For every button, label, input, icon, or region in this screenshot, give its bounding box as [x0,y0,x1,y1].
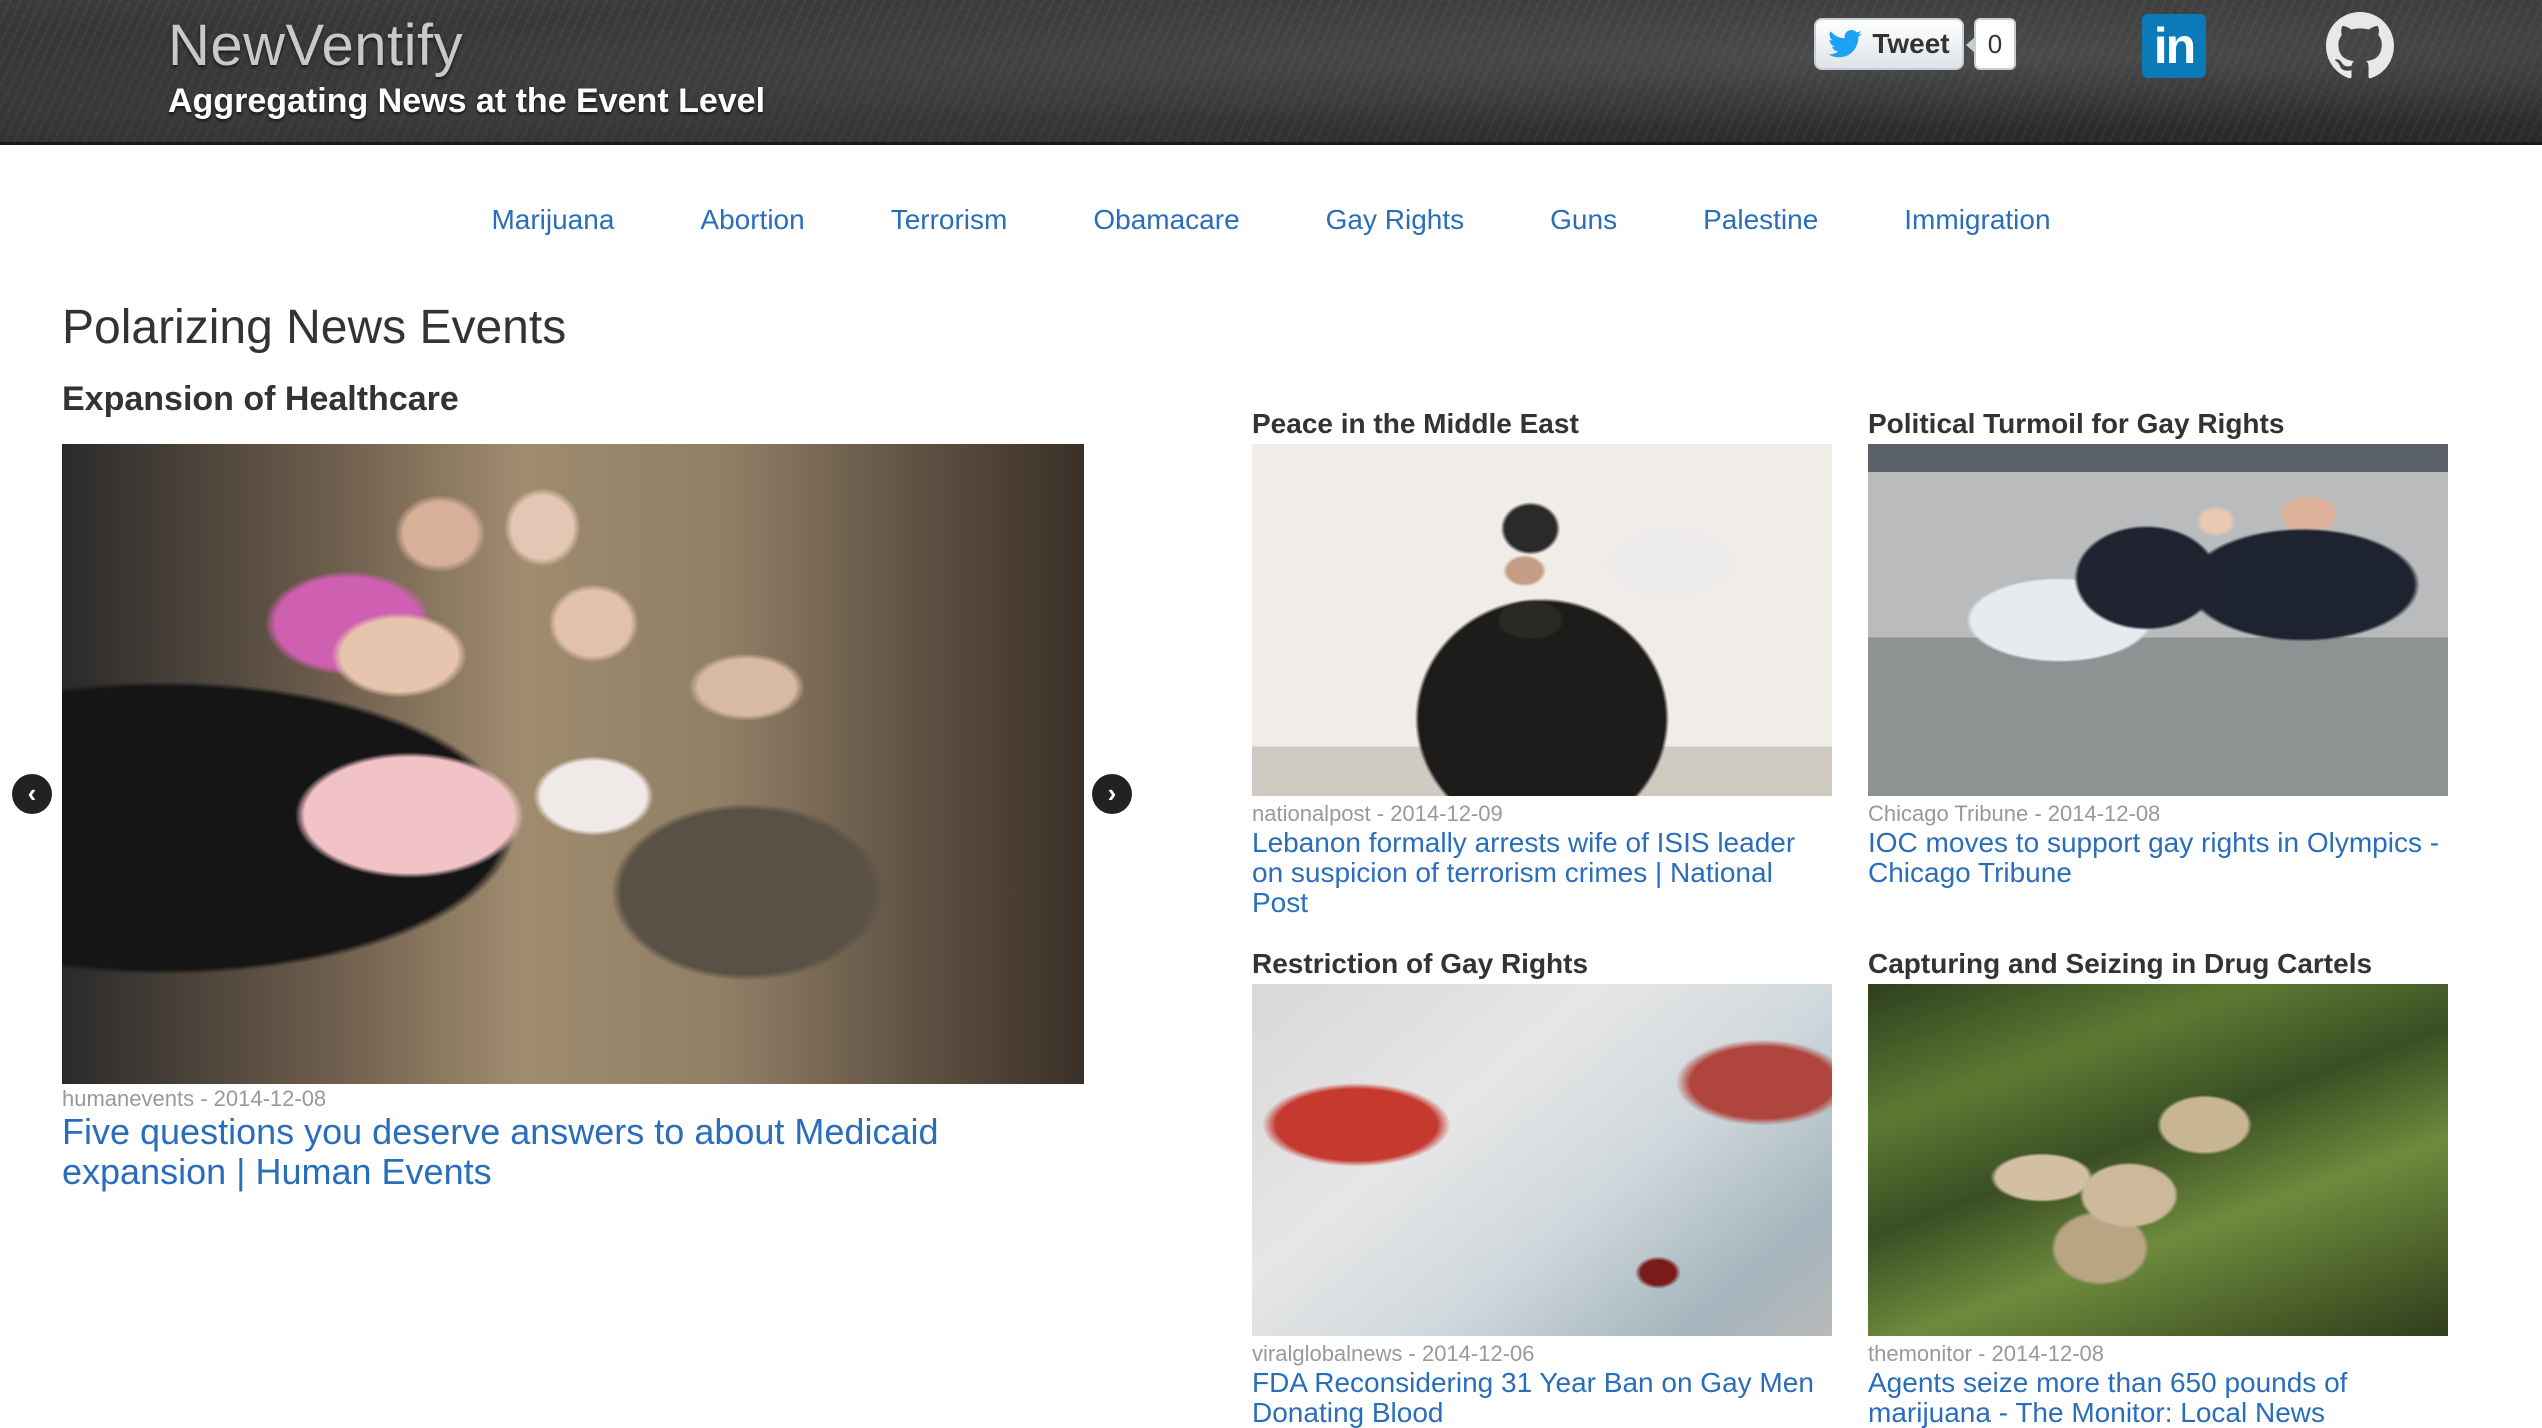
hero-heading: Expansion of Healthcare [62,380,459,418]
hero-image[interactable] [62,444,1084,1084]
nav-item-immigration[interactable]: Immigration [1904,204,2050,236]
chevron-left-icon: ‹ [27,778,37,808]
card-heading: Political Turmoil for Gay Rights [1868,408,2285,439]
card-meta: viralglobalnews - 2014-12-06 [1252,1341,1535,1366]
hero-meta: humanevents - 2014-12-08 [62,1086,327,1111]
nav-item-abortion[interactable]: Abortion [700,204,804,236]
card-headline-link[interactable]: FDA Reconsidering 31 Year Ban on Gay Men… [1252,1368,1834,1428]
tweet-label: Tweet [1872,28,1950,59]
card-image[interactable] [1252,984,1832,1336]
chevron-right-icon: › [1107,778,1117,808]
card-heading: Peace in the Middle East [1252,408,1579,439]
news-card: Peace in the Middle East nationalpost - … [1252,404,1834,918]
nav-item-obamacare[interactable]: Obamacare [1093,204,1239,236]
twitter-bird-icon [1828,30,1863,58]
card-meta: nationalpost - 2014-12-09 [1252,801,1503,826]
page-title: Polarizing News Events [62,301,567,354]
hero-headline-link[interactable]: Five questions you deserve answers to ab… [62,1112,1092,1192]
github-icon[interactable] [2326,12,2394,80]
card-headline-link[interactable]: IOC moves to support gay rights in Olymp… [1868,828,2450,888]
tweet-button[interactable]: Tweet [1814,18,1964,70]
carousel-prev-button[interactable]: ‹ [12,774,52,814]
news-card: Capturing and Seizing in Drug Cartels th… [1868,944,2450,1428]
tweet-count: 0 [1966,18,2016,70]
nav-item-guns[interactable]: Guns [1550,204,1617,236]
card-meta: Chicago Tribune - 2014-12-08 [1868,801,2161,826]
site-brand[interactable]: NewVentify [168,12,463,79]
card-image[interactable] [1868,984,2448,1336]
site-tagline: Aggregating News at the Event Level [168,82,766,120]
site-header: NewVentify Aggregating News at the Event… [0,0,2542,145]
news-card: Political Turmoil for Gay Rights Chicago… [1868,404,2450,888]
nav-item-gay-rights[interactable]: Gay Rights [1326,204,1465,236]
news-card: Restriction of Gay Rights viralglobalnew… [1252,944,1834,1428]
card-headline-link[interactable]: Agents seize more than 650 pounds of mar… [1868,1368,2450,1428]
nav-item-palestine[interactable]: Palestine [1703,204,1818,236]
topic-nav: Marijuana Abortion Terrorism Obamacare G… [0,204,2542,236]
card-headline-link[interactable]: Lebanon formally arrests wife of ISIS le… [1252,828,1834,918]
carousel-next-button[interactable]: › [1092,774,1132,814]
nav-item-terrorism[interactable]: Terrorism [891,204,1008,236]
card-meta: themonitor - 2014-12-08 [1868,1341,2105,1366]
card-heading: Restriction of Gay Rights [1252,948,1589,979]
card-image[interactable] [1252,444,1832,796]
card-image[interactable] [1868,444,2448,796]
nav-item-marijuana[interactable]: Marijuana [491,204,614,236]
card-heading: Capturing and Seizing in Drug Cartels [1868,948,2373,979]
linkedin-icon[interactable]: in [2142,14,2206,78]
